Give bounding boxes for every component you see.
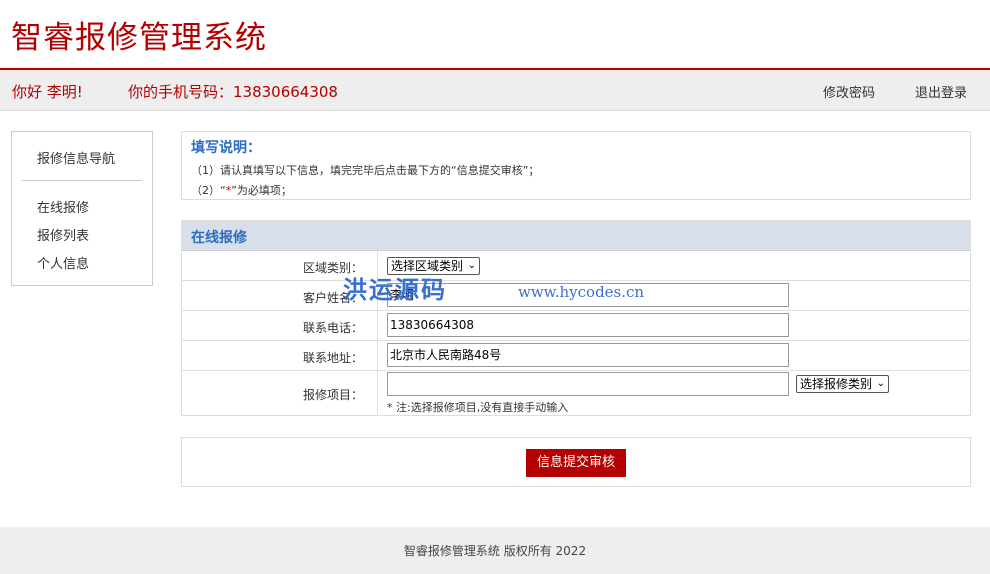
sidebar-item-repair-list[interactable]: 报修列表 [37, 225, 89, 244]
form-title: 在线报修 [191, 230, 247, 246]
repair-item-label: 报修项目： [302, 388, 363, 402]
sidebar-item-personal-info[interactable]: 个人信息 [37, 253, 89, 272]
repair-item-note: * 注:选择报修项目,没有直接手动输入 [387, 401, 569, 414]
address-label: 联系地址： [302, 351, 363, 365]
watermark-text: 洪运源码 [343, 276, 447, 304]
form-row-repair-item: 报修项目： 选择报修类别 ⌄ * 注:选择报修项目,没有直接手动输入 [182, 371, 970, 416]
instruction-line-2: （2）“*”为必填项； [191, 184, 292, 197]
phone-label: 联系电话： [302, 321, 363, 335]
repair-item-input[interactable] [387, 372, 789, 396]
form-row-address: 联系地址： 北京市人民南路48号 [182, 341, 970, 371]
instructions-panel: 填写说明： （1）请认真填写以下信息，填完完毕后点击最下方的“信息提交审核”； … [181, 131, 971, 200]
phone-input[interactable]: 13830664308 [387, 313, 789, 337]
footer-copyright: 智睿报修管理系统 版权所有 2022 [403, 544, 587, 558]
sidebar-title: 报修信息导航 [37, 152, 116, 167]
header: 智睿报修管理系统 [0, 0, 990, 68]
chevron-down-icon: ⌄ [467, 260, 477, 271]
chevron-down-icon: ⌄ [876, 378, 886, 389]
instruction-line-1: （1）请认真填写以下信息，填完完毕后点击最下方的“信息提交审核”； [191, 164, 540, 177]
user-phone: 你的手机号码：13830664308 [128, 83, 338, 101]
sidebar-divider [22, 180, 142, 181]
form-header: 在线报修 [182, 221, 970, 251]
logout-link[interactable]: 退出登录 [915, 82, 967, 101]
footer: 智睿报修管理系统 版权所有 2022 [0, 527, 990, 574]
site-logo: 智睿报修管理系统 [11, 20, 267, 56]
change-password-link[interactable]: 修改密码 [823, 82, 875, 101]
repair-type-select[interactable]: 选择报修类别 ⌄ [796, 375, 890, 393]
submit-button[interactable]: 信息提交审核 [526, 449, 626, 477]
form-row-phone: 联系电话： 13830664308 [182, 311, 970, 341]
instructions-title: 填写说明： [191, 140, 261, 156]
watermark-url: www.hycodes.cn [518, 283, 645, 301]
form-row-area: 区域类别： 选择区域类别 ⌄ [182, 251, 970, 281]
sidebar-item-online-repair[interactable]: 在线报修 [37, 197, 89, 216]
address-input[interactable]: 北京市人民南路48号 [387, 343, 789, 367]
user-bar: 你好 李明! 你的手机号码：13830664308 修改密码 退出登录 [0, 68, 990, 111]
sidebar-nav: 报修信息导航 在线报修 报修列表 个人信息 [11, 131, 153, 286]
repair-form: 在线报修 区域类别： 选择区域类别 ⌄ 客户姓名： 李明 联系电话： 138306… [181, 220, 971, 416]
submit-panel: 信息提交审核 [181, 437, 971, 487]
user-greeting: 你好 李明! [12, 83, 83, 101]
